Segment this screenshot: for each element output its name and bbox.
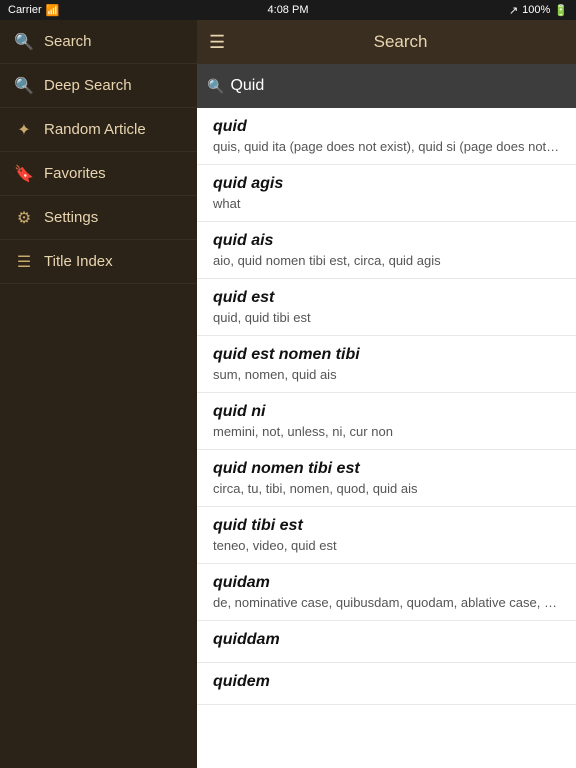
deep-search-icon: 🔍 (14, 76, 34, 96)
result-title: quid ais (213, 232, 560, 250)
status-time: 4:08 PM (268, 4, 309, 16)
result-title: quid est nomen tibi (213, 346, 560, 364)
list-item[interactable]: quidem (197, 663, 576, 705)
sidebar: 🔍 Search 🔍 Deep Search ✦ Random Article … (0, 20, 197, 768)
list-item[interactable]: quid est nomen tibi sum, nomen, quid ais (197, 336, 576, 393)
result-title: quid ni (213, 403, 560, 421)
result-desc: teneo, video, quid est (213, 538, 560, 553)
result-title: quiddam (213, 631, 560, 649)
search-bar: 🔍 (197, 64, 576, 108)
sidebar-item-search[interactable]: 🔍 Search (0, 20, 197, 64)
arrow-icon: ↗ (509, 4, 518, 17)
result-desc: quis, quid ita (page does not exist), qu… (213, 139, 560, 154)
result-desc: circa, tu, tibi, nomen, quod, quid ais (213, 481, 560, 496)
search-icon: 🔍 (14, 32, 34, 52)
list-item[interactable]: quid agis what (197, 165, 576, 222)
sidebar-item-label: Favorites (44, 165, 106, 182)
result-title: quid (213, 118, 560, 136)
list-item[interactable]: quid ni memini, not, unless, ni, cur non (197, 393, 576, 450)
result-desc: aio, quid nomen tibi est, circa, quid ag… (213, 253, 560, 268)
sidebar-item-settings[interactable]: ⚙ Settings (0, 196, 197, 240)
carrier-label: Carrier (8, 4, 42, 16)
result-desc: sum, nomen, quid ais (213, 367, 560, 382)
status-bar: Carrier 📶 4:08 PM ↗ 100% 🔋 (0, 0, 576, 20)
results-list: quid quis, quid ita (page does not exist)… (197, 108, 576, 768)
result-desc: what (213, 196, 560, 211)
sidebar-item-title-index[interactable]: ☰ Title Index (0, 240, 197, 284)
random-icon: ✦ (14, 120, 34, 140)
result-title: quidem (213, 673, 560, 691)
header-title: Search (237, 32, 564, 52)
result-title: quidam (213, 574, 560, 592)
sidebar-item-label: Settings (44, 209, 98, 226)
list-item[interactable]: quid tibi est teneo, video, quid est (197, 507, 576, 564)
main-layout: 🔍 Search 🔍 Deep Search ✦ Random Article … (0, 20, 576, 768)
result-desc: de, nominative case, quibusdam, quodam, … (213, 595, 560, 610)
list-item[interactable]: quidam de, nominative case, quibusdam, qu… (197, 564, 576, 621)
list-icon: ☰ (14, 252, 34, 272)
result-desc: memini, not, unless, ni, cur non (213, 424, 560, 439)
sidebar-item-label: Search (44, 33, 92, 50)
hamburger-button[interactable]: ☰ (209, 32, 225, 53)
result-title: quid est (213, 289, 560, 307)
sidebar-item-deep-search[interactable]: 🔍 Deep Search (0, 64, 197, 108)
wifi-icon: 📶 (46, 4, 60, 17)
result-title: quid tibi est (213, 517, 560, 535)
sidebar-item-label: Deep Search (44, 77, 132, 94)
sidebar-item-random-article[interactable]: ✦ Random Article (0, 108, 197, 152)
battery-label: 100% (522, 4, 550, 16)
list-item[interactable]: quiddam (197, 621, 576, 663)
sidebar-item-label: Title Index (44, 253, 113, 270)
right-panel: ☰ Search 🔍 quid quis, quid ita (page does… (197, 20, 576, 768)
list-item[interactable]: quid quis, quid ita (page does not exist)… (197, 108, 576, 165)
search-icon: 🔍 (207, 78, 224, 95)
result-title: quid agis (213, 175, 560, 193)
list-item[interactable]: quid ais aio, quid nomen tibi est, circa,… (197, 222, 576, 279)
result-desc: quid, quid tibi est (213, 310, 560, 325)
gear-icon: ⚙ (14, 208, 34, 228)
battery-icon: 🔋 (554, 4, 568, 17)
status-left: Carrier 📶 (8, 4, 59, 17)
list-item[interactable]: quid nomen tibi est circa, tu, tibi, nome… (197, 450, 576, 507)
status-right: ↗ 100% 🔋 (509, 4, 568, 17)
bookmark-icon: 🔖 (14, 164, 34, 184)
sidebar-item-label: Random Article (44, 121, 146, 138)
search-input[interactable] (230, 77, 566, 95)
result-title: quid nomen tibi est (213, 460, 560, 478)
right-header: ☰ Search (197, 20, 576, 64)
sidebar-item-favorites[interactable]: 🔖 Favorites (0, 152, 197, 196)
list-item[interactable]: quid est quid, quid tibi est (197, 279, 576, 336)
